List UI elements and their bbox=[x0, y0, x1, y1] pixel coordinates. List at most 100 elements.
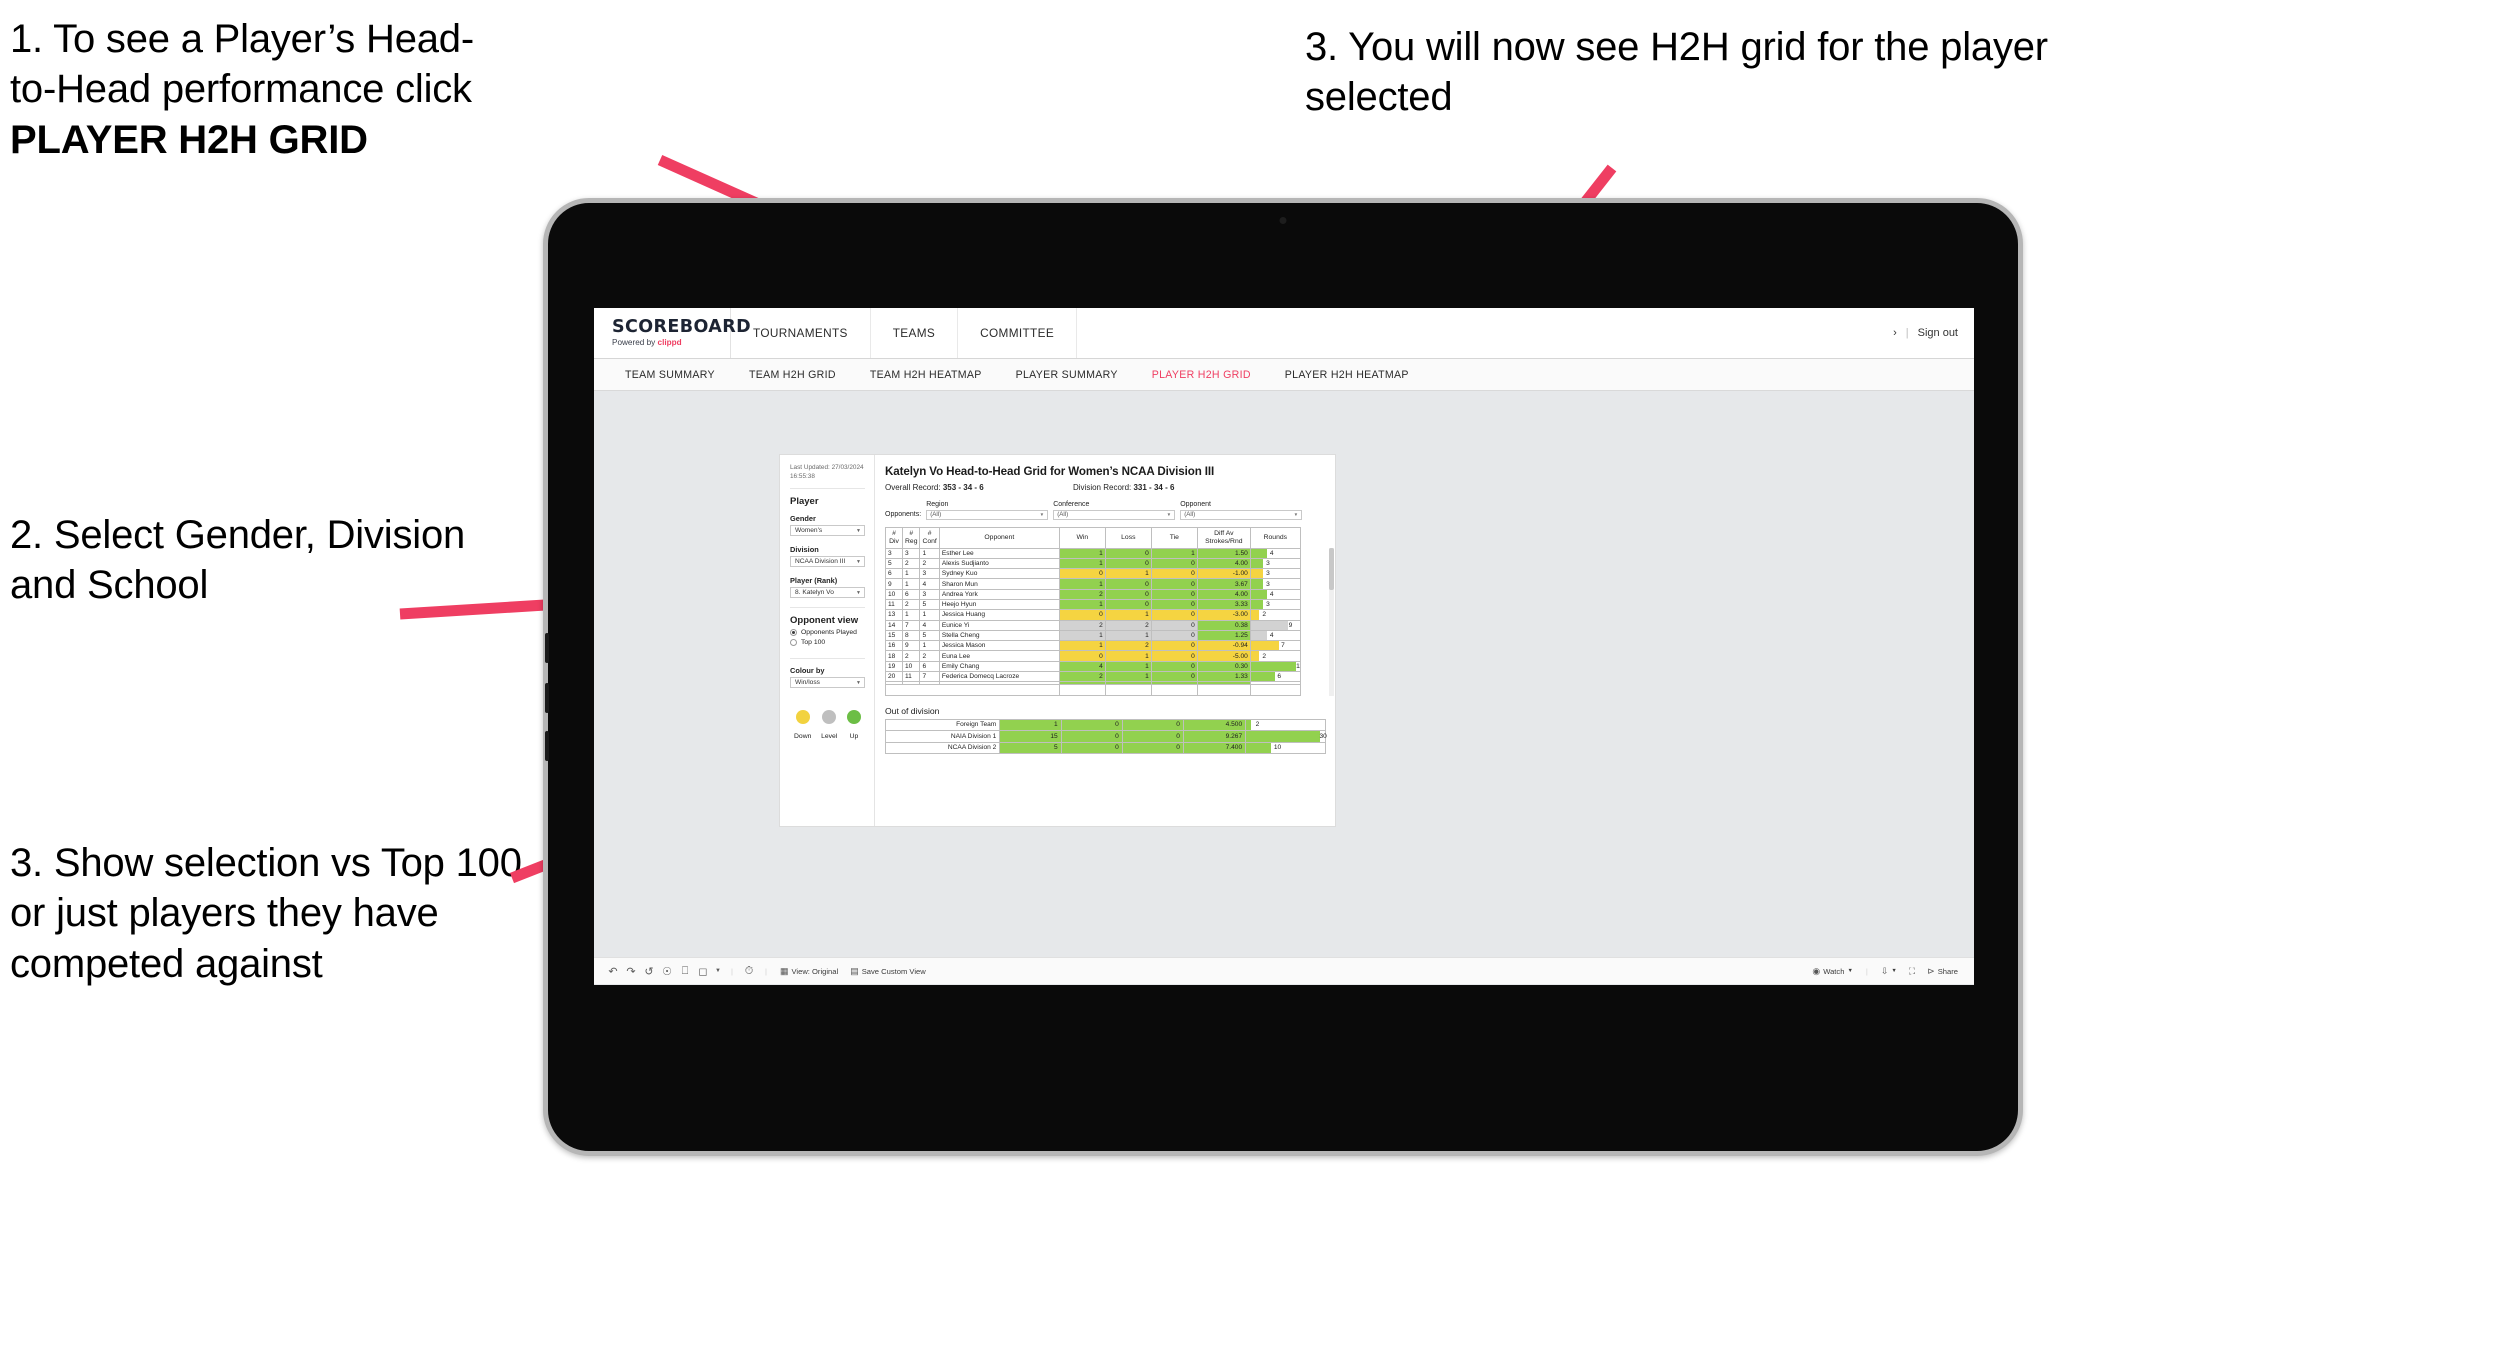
out-of-division-table: Foreign Team 1 0 0 4.500 2 NAIA Division 1 15 0 0… bbox=[884, 718, 1327, 755]
share-button[interactable]: ⊳ Share bbox=[1921, 966, 1964, 977]
cell-div: 3 bbox=[885, 547, 903, 559]
filter-pane: Last Updated: 27/03/2024 16:55:38 Player… bbox=[780, 455, 875, 826]
share-label: Share bbox=[1937, 966, 1958, 976]
fullscreen-icon: ⛶ bbox=[1908, 965, 1916, 976]
alert-icon[interactable]: ◻ bbox=[694, 965, 712, 978]
cell-win: 4 bbox=[1058, 660, 1106, 673]
save-custom-view-button[interactable]: ▤ Save Custom View bbox=[844, 966, 932, 977]
pause-updates-icon[interactable]: ⎕ bbox=[676, 965, 694, 978]
cell-tie: 0 bbox=[1150, 650, 1198, 662]
region-select[interactable]: (All) ▼ bbox=[926, 509, 1049, 520]
chevron-down-icon: ▼ bbox=[856, 527, 861, 534]
history-icon[interactable]: ⏱ bbox=[740, 965, 758, 978]
cell-reg: 1 bbox=[901, 568, 921, 580]
rounds-value: 2 bbox=[1262, 611, 1266, 619]
cell-loss: 1 bbox=[1104, 650, 1152, 662]
rounds-bar bbox=[1251, 600, 1264, 609]
cell-conf: 1 bbox=[919, 547, 940, 559]
table-row[interactable]: 11 2 5 Heejo Hyun 1 0 0 3.33 3 bbox=[885, 598, 1301, 611]
tab-player-h2h-grid[interactable]: PLAYER H2H GRID bbox=[1135, 359, 1268, 391]
chevron-down-icon[interactable]: ▼ bbox=[712, 968, 724, 974]
table-row[interactable]: 13 1 1 Jessica Huang 0 1 0 -3.00 2 bbox=[885, 609, 1301, 621]
out-of-division-row[interactable]: NCAA Division 2 5 0 0 7.400 10 bbox=[884, 741, 1326, 755]
player-section-heading: Player bbox=[790, 496, 819, 508]
annotation-1-bold: PLAYER H2H GRID bbox=[10, 117, 368, 162]
rounds-bar bbox=[1246, 742, 1271, 754]
cell-tie: 0 bbox=[1150, 629, 1198, 642]
colour-by-select[interactable]: Win/loss ▼ bbox=[790, 677, 865, 689]
cell-div: 13 bbox=[885, 609, 903, 621]
player-rank-filter: Player (Rank) 8. Katelyn Vo ▼ bbox=[790, 576, 865, 599]
cell-diff: -0.94 bbox=[1196, 640, 1251, 652]
toolbar-divider: | bbox=[1865, 966, 1868, 976]
table-row[interactable]: 20 11 7 Federica Domecq Lacroze 2 1 0 1.33 6 bbox=[885, 671, 1301, 683]
conference-select[interactable]: (All) ▼ bbox=[1053, 509, 1176, 520]
out-of-division-row[interactable]: Foreign Team 1 0 0 4.500 2 bbox=[884, 718, 1326, 732]
cell-tie: 1 bbox=[1150, 547, 1198, 559]
cell-win: 1 bbox=[1058, 629, 1106, 642]
fullscreen-button[interactable]: ⛶ bbox=[1903, 966, 1921, 977]
divider bbox=[790, 607, 865, 609]
cell-rounds: 6 bbox=[1249, 671, 1301, 683]
cell-loss: 2 bbox=[1104, 640, 1152, 652]
chevron-down-icon: ▼ bbox=[856, 589, 861, 596]
table-row[interactable]: 6 1 3 Sydney Kuo 0 1 0 -1.00 3 bbox=[885, 568, 1301, 580]
cell-div: 18 bbox=[885, 650, 903, 662]
table-row[interactable]: 3 3 1 Esther Lee 1 0 1 1.50 4 bbox=[885, 547, 1301, 559]
tab-player-h2h-heatmap[interactable]: PLAYER H2H HEATMAP bbox=[1268, 359, 1426, 391]
gender-select[interactable]: Women's ▼ bbox=[790, 525, 865, 537]
cell-diff: -3.00 bbox=[1196, 609, 1251, 621]
tab-team-summary[interactable]: TEAM SUMMARY bbox=[608, 359, 732, 391]
nav-item-tournaments[interactable]: TOURNAMENTS bbox=[731, 308, 871, 358]
tab-team-h2h-heatmap[interactable]: TEAM H2H HEATMAP bbox=[853, 359, 999, 391]
redo-icon[interactable]: ↷ bbox=[622, 965, 640, 978]
opponent-select[interactable]: (All) ▼ bbox=[1180, 509, 1303, 520]
rounds-value: 3 bbox=[1266, 580, 1270, 588]
refresh-icon[interactable]: ☉ bbox=[658, 965, 676, 978]
watch-button[interactable]: ◉ Watch ▼ bbox=[1806, 966, 1859, 977]
table-row[interactable]: 15 8 5 Stella Cheng 1 1 0 1.25 4 bbox=[885, 629, 1301, 642]
app-logo[interactable]: SCOREBOARD Powered by clippd bbox=[594, 308, 751, 358]
table-row[interactable]: 9 1 4 Sharon Mun 1 0 0 3.67 3 bbox=[885, 578, 1301, 590]
chevron-down-icon: ▼ bbox=[1166, 512, 1172, 517]
player-rank-label: Player (Rank) bbox=[790, 576, 838, 586]
table-row[interactable]: 10 6 3 Andrea York 2 0 0 4.00 4 bbox=[885, 588, 1301, 600]
user-menu-icon[interactable]: › bbox=[1893, 327, 1897, 339]
nav-item-committee[interactable]: COMMITTEE bbox=[958, 308, 1078, 358]
tab-team-h2h-grid[interactable]: TEAM H2H GRID bbox=[732, 359, 853, 391]
cell-conf: 7 bbox=[919, 671, 940, 683]
view-original-button[interactable]: ▦ View: Original bbox=[774, 966, 844, 977]
sign-out-link[interactable]: Sign out bbox=[1918, 327, 1958, 339]
division-select[interactable]: NCAA Division III ▼ bbox=[790, 556, 865, 568]
nav-item-teams[interactable]: TEAMS bbox=[871, 308, 959, 358]
cell-win: 0 bbox=[1058, 650, 1106, 662]
viz-toolbar: ↶ ↷ ↺ ☉ ⎕ ◻ ▼ | ⏱ | ▦ View: Original ▤ S… bbox=[594, 957, 1974, 984]
divider bbox=[790, 658, 865, 660]
tab-player-summary[interactable]: PLAYER SUMMARY bbox=[999, 359, 1135, 391]
grid-scrollbar[interactable] bbox=[1329, 547, 1334, 696]
cell-conf: 3 bbox=[919, 568, 940, 580]
cell-conf: 4 bbox=[919, 619, 940, 631]
division-label: Division bbox=[790, 545, 819, 555]
revert-icon[interactable]: ↺ bbox=[640, 965, 658, 978]
rounds-value: 3 bbox=[1266, 570, 1270, 578]
legend-level: Level bbox=[821, 710, 837, 740]
dashboard-card: Last Updated: 27/03/2024 16:55:38 Player… bbox=[780, 455, 1335, 826]
annotation-1-line2: to-Head performance click bbox=[10, 67, 472, 112]
device-button-volume-down bbox=[545, 731, 549, 761]
cell-div: 11 bbox=[885, 598, 903, 611]
radio-top-100[interactable]: Top 100 bbox=[790, 639, 865, 647]
table-row[interactable]: 5 2 2 Alexis Sudjianto 1 0 0 4.00 3 bbox=[885, 557, 1301, 570]
table-row[interactable]: 16 9 1 Jessica Mason 1 2 0 -0.94 7 bbox=[885, 640, 1301, 652]
out-of-division-row[interactable]: NAIA Division 1 15 0 0 9.267 30 bbox=[884, 730, 1327, 743]
undo-icon[interactable]: ↶ bbox=[604, 965, 622, 978]
table-row[interactable]: 18 2 2 Euna Lee 0 1 0 -5.00 2 bbox=[885, 650, 1301, 662]
table-row[interactable]: 19106Emily Chang4100.3011 bbox=[885, 660, 1301, 673]
radio-opponents-played[interactable]: Opponents Played bbox=[790, 629, 865, 637]
rounds-value: 2 bbox=[1255, 721, 1260, 729]
rounds-value: 9 bbox=[1288, 621, 1293, 629]
table-row[interactable]: 14 7 4 Eunice Yi 2 2 0 0.38 9 bbox=[885, 619, 1301, 631]
scrollbar-thumb[interactable] bbox=[1329, 547, 1334, 590]
player-rank-select[interactable]: 8. Katelyn Vo ▼ bbox=[790, 587, 865, 599]
download-button[interactable]: ⇩ ▼ bbox=[1875, 966, 1903, 977]
